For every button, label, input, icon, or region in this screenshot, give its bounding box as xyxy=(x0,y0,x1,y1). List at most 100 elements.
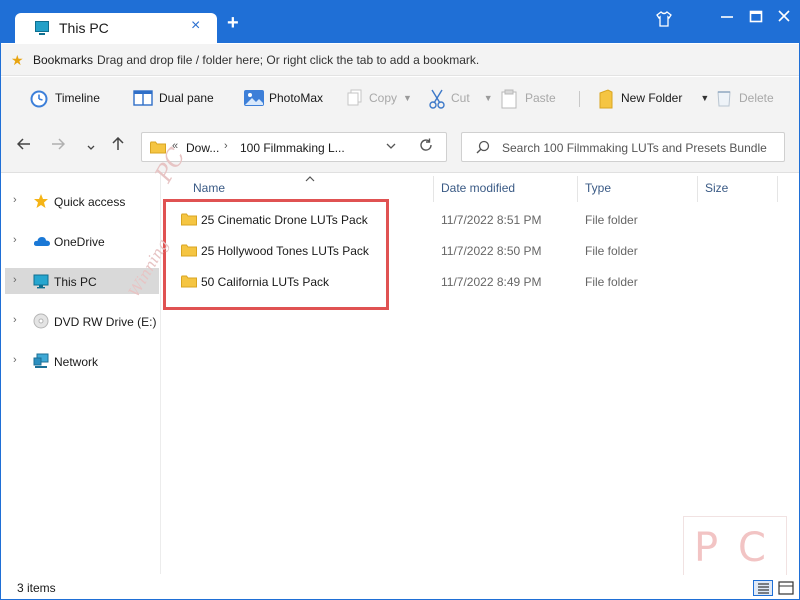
dual-pane-label: Dual pane xyxy=(159,91,214,105)
column-header-date[interactable]: Date modified xyxy=(441,181,515,195)
paste-label: Paste xyxy=(525,91,556,105)
paste-button[interactable]: Paste xyxy=(501,87,556,109)
new-tab-button[interactable]: + xyxy=(227,13,239,33)
refresh-icon[interactable] xyxy=(418,137,434,158)
chevron-right-icon[interactable]: › xyxy=(13,314,17,326)
back-arrow-icon[interactable] xyxy=(16,137,31,156)
copy-dropdown-icon[interactable]: ▼ xyxy=(403,93,412,103)
maximize-button[interactable] xyxy=(743,9,769,31)
up-arrow-icon[interactable] xyxy=(111,136,125,156)
nav-label: Network xyxy=(54,355,99,369)
new-folder-button[interactable]: New Folder ▼ xyxy=(599,87,709,109)
new-folder-label: New Folder xyxy=(621,91,683,105)
close-window-button[interactable] xyxy=(771,9,797,31)
column-header-name[interactable]: Name xyxy=(193,181,225,195)
dual-pane-button[interactable]: Dual pane xyxy=(133,87,214,109)
nav-item-dvd-drive[interactable]: › DVD RW Drive (E:) xyxy=(5,308,159,334)
cut-dropdown-icon[interactable]: ▼ xyxy=(484,93,493,103)
column-divider[interactable] xyxy=(577,176,578,202)
cut-button[interactable]: Cut ▼ xyxy=(429,87,493,109)
scissors-icon xyxy=(429,89,445,109)
minimize-button[interactable] xyxy=(714,9,740,31)
delete-button[interactable]: Delete xyxy=(717,87,774,109)
cloud-icon xyxy=(33,233,50,249)
title-bar: This PC × + xyxy=(1,1,799,43)
chevron-right-icon[interactable]: › xyxy=(13,274,17,286)
chevron-right-icon[interactable]: › xyxy=(13,354,17,366)
file-list: Name Date modified Type Size 25 Cinemati… xyxy=(163,174,799,574)
details-view-button[interactable] xyxy=(753,580,773,596)
logo-letter: C xyxy=(738,525,766,571)
recent-locations-icon[interactable] xyxy=(87,140,95,158)
tab-this-pc[interactable]: This PC × xyxy=(15,13,217,43)
photomax-label: PhotoMax xyxy=(269,91,324,105)
file-type: File folder xyxy=(585,213,638,227)
copy-button[interactable]: Copy ▼ xyxy=(347,87,412,109)
address-row: « Dow... › 100 Filmmaking L... Search 10… xyxy=(1,121,799,173)
recycle-bin-icon xyxy=(717,89,733,107)
file-date: 11/7/2022 8:49 PM xyxy=(441,275,542,289)
nav-label: Quick access xyxy=(54,195,126,209)
photomax-button[interactable]: PhotoMax xyxy=(243,87,323,109)
explorer-window: This PC × + ★ Bookmarks Drag and drop fi… xyxy=(0,0,800,600)
new-folder-dropdown-icon[interactable]: ▼ xyxy=(700,93,709,103)
skin-icon[interactable] xyxy=(651,9,677,31)
timeline-label: Timeline xyxy=(55,91,100,105)
clipboard-icon xyxy=(501,89,519,109)
column-divider[interactable] xyxy=(777,176,778,202)
breadcrumb-item[interactable]: Dow... xyxy=(186,141,219,155)
file-date: 11/7/2022 8:50 PM xyxy=(441,244,542,258)
forward-arrow-icon[interactable] xyxy=(51,137,66,156)
copy-icon xyxy=(347,89,363,107)
nav-item-quick-access[interactable]: › Quick access xyxy=(5,188,159,214)
delete-label: Delete xyxy=(739,91,774,105)
sort-ascending-icon xyxy=(305,174,315,185)
new-folder-icon xyxy=(599,89,615,109)
monitor-icon xyxy=(35,21,49,35)
nav-label: OneDrive xyxy=(54,235,105,249)
file-type: File folder xyxy=(585,244,638,258)
toolbar: Timeline Dual pane PhotoMax Copy ▼ Cut ▼… xyxy=(1,77,799,121)
nav-label: DVD RW Drive (E:) xyxy=(54,315,157,329)
clock-icon xyxy=(29,89,49,108)
disc-icon xyxy=(33,313,49,329)
toolbar-divider xyxy=(579,91,580,107)
tab-title: This PC xyxy=(59,20,109,36)
file-type: File folder xyxy=(585,275,638,289)
close-tab-icon[interactable]: × xyxy=(191,17,200,35)
large-icons-view-button[interactable] xyxy=(777,580,795,596)
chevron-right-icon[interactable]: › xyxy=(13,234,17,246)
column-divider[interactable] xyxy=(433,176,434,202)
bookmark-star-icon: ★ xyxy=(11,52,24,68)
search-icon xyxy=(476,140,490,157)
search-placeholder: Search 100 Filmmaking LUTs and Presets B… xyxy=(502,141,767,155)
column-header-size[interactable]: Size xyxy=(705,181,728,195)
column-header-type[interactable]: Type xyxy=(585,181,611,195)
monitor-icon xyxy=(33,273,49,289)
copy-label: Copy xyxy=(369,91,398,105)
logo-letter: P xyxy=(694,525,719,571)
status-bar: 3 items xyxy=(1,575,799,599)
star-icon xyxy=(33,193,49,209)
highlight-box xyxy=(163,199,389,310)
chevron-right-icon[interactable]: › xyxy=(13,194,17,206)
network-icon xyxy=(33,353,49,369)
column-divider[interactable] xyxy=(697,176,698,202)
nav-item-onedrive[interactable]: › OneDrive xyxy=(5,228,159,254)
chevron-right-icon[interactable]: › xyxy=(224,140,228,152)
navigation-pane: › Quick access › OneDrive › This PC › DV… xyxy=(1,174,161,574)
cut-label: Cut xyxy=(451,91,470,105)
timeline-button[interactable]: Timeline xyxy=(29,87,100,109)
bookmarks-label[interactable]: Bookmarks xyxy=(33,53,93,67)
item-count: 3 items xyxy=(17,581,56,595)
search-input[interactable]: Search 100 Filmmaking LUTs and Presets B… xyxy=(461,132,785,162)
nav-label: This PC xyxy=(54,275,97,289)
breadcrumb-item-current[interactable]: 100 Filmmaking L... xyxy=(240,141,345,155)
nav-item-network[interactable]: › Network xyxy=(5,348,159,374)
dual-pane-icon xyxy=(133,89,153,107)
bookmarks-hint: Drag and drop file / folder here; Or rig… xyxy=(97,53,480,67)
file-date: 11/7/2022 8:51 PM xyxy=(441,213,542,227)
bookmarks-bar: ★ Bookmarks Drag and drop file / folder … xyxy=(1,44,799,76)
photo-icon xyxy=(243,89,264,107)
address-dropdown-icon[interactable] xyxy=(386,141,396,152)
